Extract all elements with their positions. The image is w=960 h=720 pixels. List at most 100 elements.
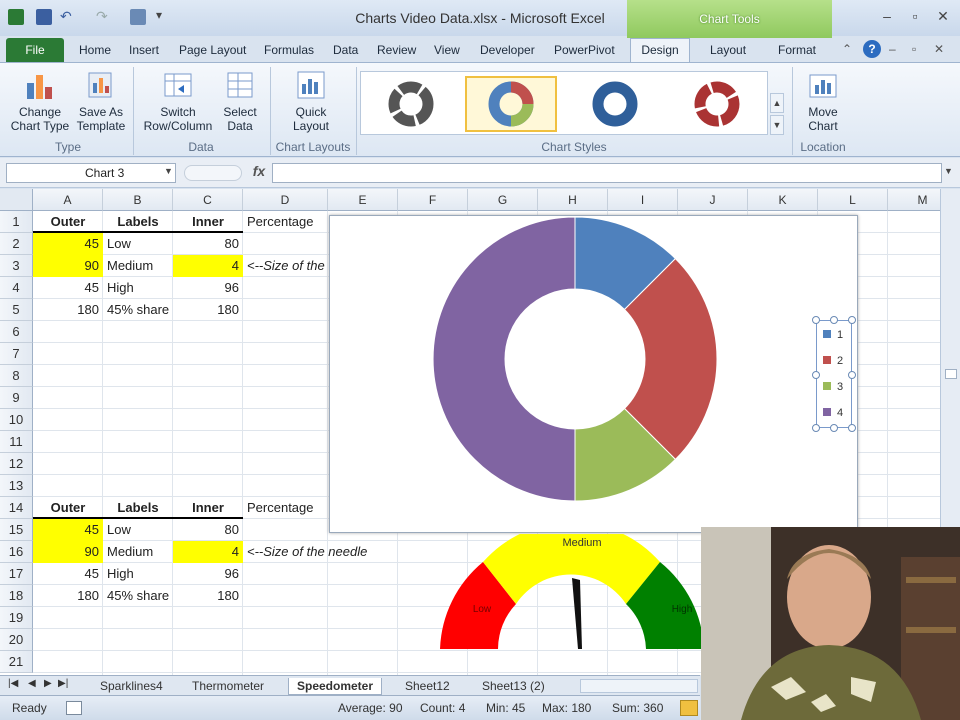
minimize-icon[interactable]: – — [876, 8, 898, 24]
column-header-i[interactable]: I — [608, 189, 678, 211]
chart-style-3[interactable] — [569, 76, 661, 132]
tab-file[interactable]: File — [6, 38, 64, 62]
cell-b4[interactable]: High — [103, 277, 173, 299]
formula-input[interactable] — [272, 163, 942, 183]
cell-c18[interactable]: 180 — [173, 585, 243, 607]
row-header-2[interactable]: 2 — [0, 233, 33, 255]
legend-resize-handle[interactable] — [812, 424, 820, 432]
cell-b5[interactable]: 45% share — [103, 299, 173, 321]
prev-sheet-icon[interactable]: ◀ — [28, 678, 36, 689]
row-header-21[interactable]: 21 — [0, 651, 33, 673]
row-header-9[interactable]: 9 — [0, 387, 33, 409]
cell-a1[interactable]: Outer — [33, 211, 103, 233]
cell-b14[interactable]: Labels — [103, 497, 173, 519]
horizontal-scrollbar[interactable] — [580, 679, 698, 693]
cell-d16[interactable]: <--Size of the needle — [243, 541, 371, 563]
chart-style-1[interactable] — [365, 76, 457, 132]
cell-b15[interactable]: Low — [103, 519, 173, 541]
chart-legend[interactable]: 1 2 3 4 — [812, 316, 856, 432]
doughnut-slice-4[interactable] — [432, 216, 576, 502]
workbook-close-icon[interactable]: ✕ — [934, 42, 944, 56]
tab-view[interactable]: View — [434, 43, 460, 57]
column-header-k[interactable]: K — [748, 189, 818, 211]
next-sheet-icon[interactable]: ▶ — [44, 678, 52, 689]
formula-bar-resize-handle[interactable] — [184, 165, 242, 181]
legend-entry-2[interactable]: 2 — [823, 355, 843, 367]
row-header-19[interactable]: 19 — [0, 607, 33, 629]
workbook-restore-icon[interactable]: ▫ — [912, 42, 916, 56]
cell-a14[interactable]: Outer — [33, 497, 103, 519]
sheet-tab-sparklines4[interactable]: Sparklines4 — [100, 678, 163, 695]
quick-layout-button[interactable]: Quick Layout — [280, 69, 342, 133]
row-header-18[interactable]: 18 — [0, 585, 33, 607]
cell-b16[interactable]: Medium — [103, 541, 173, 563]
legend-resize-handle[interactable] — [848, 424, 856, 432]
cell-a16[interactable]: 90 — [33, 541, 103, 563]
tab-insert[interactable]: Insert — [129, 43, 159, 57]
doughnut-chart[interactable] — [329, 215, 858, 533]
row-header-5[interactable]: 5 — [0, 299, 33, 321]
vertical-scrollbar[interactable] — [940, 189, 960, 527]
close-icon[interactable]: ✕ — [932, 8, 954, 24]
row-header-15[interactable]: 15 — [0, 519, 33, 541]
row-header-4[interactable]: 4 — [0, 277, 33, 299]
cell-a3[interactable]: 90 — [33, 255, 103, 277]
cell-d14[interactable]: Percentage — [243, 497, 328, 519]
tab-powerpivot[interactable]: PowerPivot — [554, 43, 615, 57]
column-header-j[interactable]: J — [678, 189, 748, 211]
column-header-m[interactable]: M — [888, 189, 940, 211]
tab-format[interactable]: Format — [778, 43, 816, 57]
tab-formulas[interactable]: Formulas — [264, 43, 314, 57]
row-header-20[interactable]: 20 — [0, 629, 33, 651]
macro-record-icon[interactable] — [66, 701, 82, 715]
chart-style-4[interactable] — [671, 76, 763, 132]
tab-data[interactable]: Data — [333, 43, 358, 57]
move-chart-button[interactable]: Move Chart — [796, 69, 850, 133]
cell-c3[interactable]: 4 — [173, 255, 243, 277]
tab-layout[interactable]: Layout — [710, 43, 746, 57]
legend-resize-handle[interactable] — [830, 316, 838, 324]
expand-formula-bar-icon[interactable]: ▼ — [944, 166, 953, 176]
legend-entry-3[interactable]: 3 — [823, 381, 843, 393]
tab-review[interactable]: Review — [377, 43, 416, 57]
cell-a5[interactable]: 180 — [33, 299, 103, 321]
row-header-14[interactable]: 14 — [0, 497, 33, 519]
first-sheet-icon[interactable]: |◀ — [8, 678, 18, 689]
column-header-b[interactable]: B — [103, 189, 173, 211]
column-header-l[interactable]: L — [818, 189, 888, 211]
row-header-6[interactable]: 6 — [0, 321, 33, 343]
legend-resize-handle[interactable] — [848, 316, 856, 324]
sheet-tab-sheet13-2[interactable]: Sheet13 (2) — [482, 678, 545, 695]
save-as-template-button[interactable]: Save As Template — [74, 69, 128, 133]
legend-resize-handle[interactable] — [812, 316, 820, 324]
cell-a15[interactable]: 45 — [33, 519, 103, 541]
cell-a2[interactable]: 45 — [33, 233, 103, 255]
cell-c2[interactable]: 80 — [173, 233, 243, 255]
cell-d1[interactable]: Percentage — [243, 211, 328, 233]
legend-resize-handle[interactable] — [848, 371, 856, 379]
cell-c17[interactable]: 96 — [173, 563, 243, 585]
row-header-11[interactable]: 11 — [0, 431, 33, 453]
name-box[interactable]: Chart 3 — [6, 163, 176, 183]
change-chart-type-button[interactable]: Change Chart Type — [8, 69, 72, 133]
legend-entry-1[interactable]: 1 — [823, 329, 843, 341]
sheet-tab-sheet12[interactable]: Sheet12 — [405, 678, 450, 695]
workbook-minimize-icon[interactable]: – — [889, 42, 896, 56]
switch-row-column-button[interactable]: Switch Row/Column — [140, 69, 216, 133]
row-header-7[interactable]: 7 — [0, 343, 33, 365]
cell-a18[interactable]: 180 — [33, 585, 103, 607]
tab-home[interactable]: Home — [79, 43, 111, 57]
cell-c15[interactable]: 80 — [173, 519, 243, 541]
maximize-icon[interactable]: ▫ — [904, 8, 926, 24]
tab-developer[interactable]: Developer — [480, 43, 535, 57]
row-header-3[interactable]: 3 — [0, 255, 33, 277]
legend-entry-4[interactable]: 4 — [823, 407, 843, 419]
cell-b17[interactable]: High — [103, 563, 173, 585]
gallery-more[interactable]: ▼ — [770, 115, 784, 135]
row-header-13[interactable]: 13 — [0, 475, 33, 497]
column-header-e[interactable]: E — [328, 189, 398, 211]
row-header-17[interactable]: 17 — [0, 563, 33, 585]
column-header-f[interactable]: F — [398, 189, 468, 211]
tab-page-layout[interactable]: Page Layout — [179, 43, 246, 57]
sheet-tab-thermometer[interactable]: Thermometer — [192, 678, 264, 695]
